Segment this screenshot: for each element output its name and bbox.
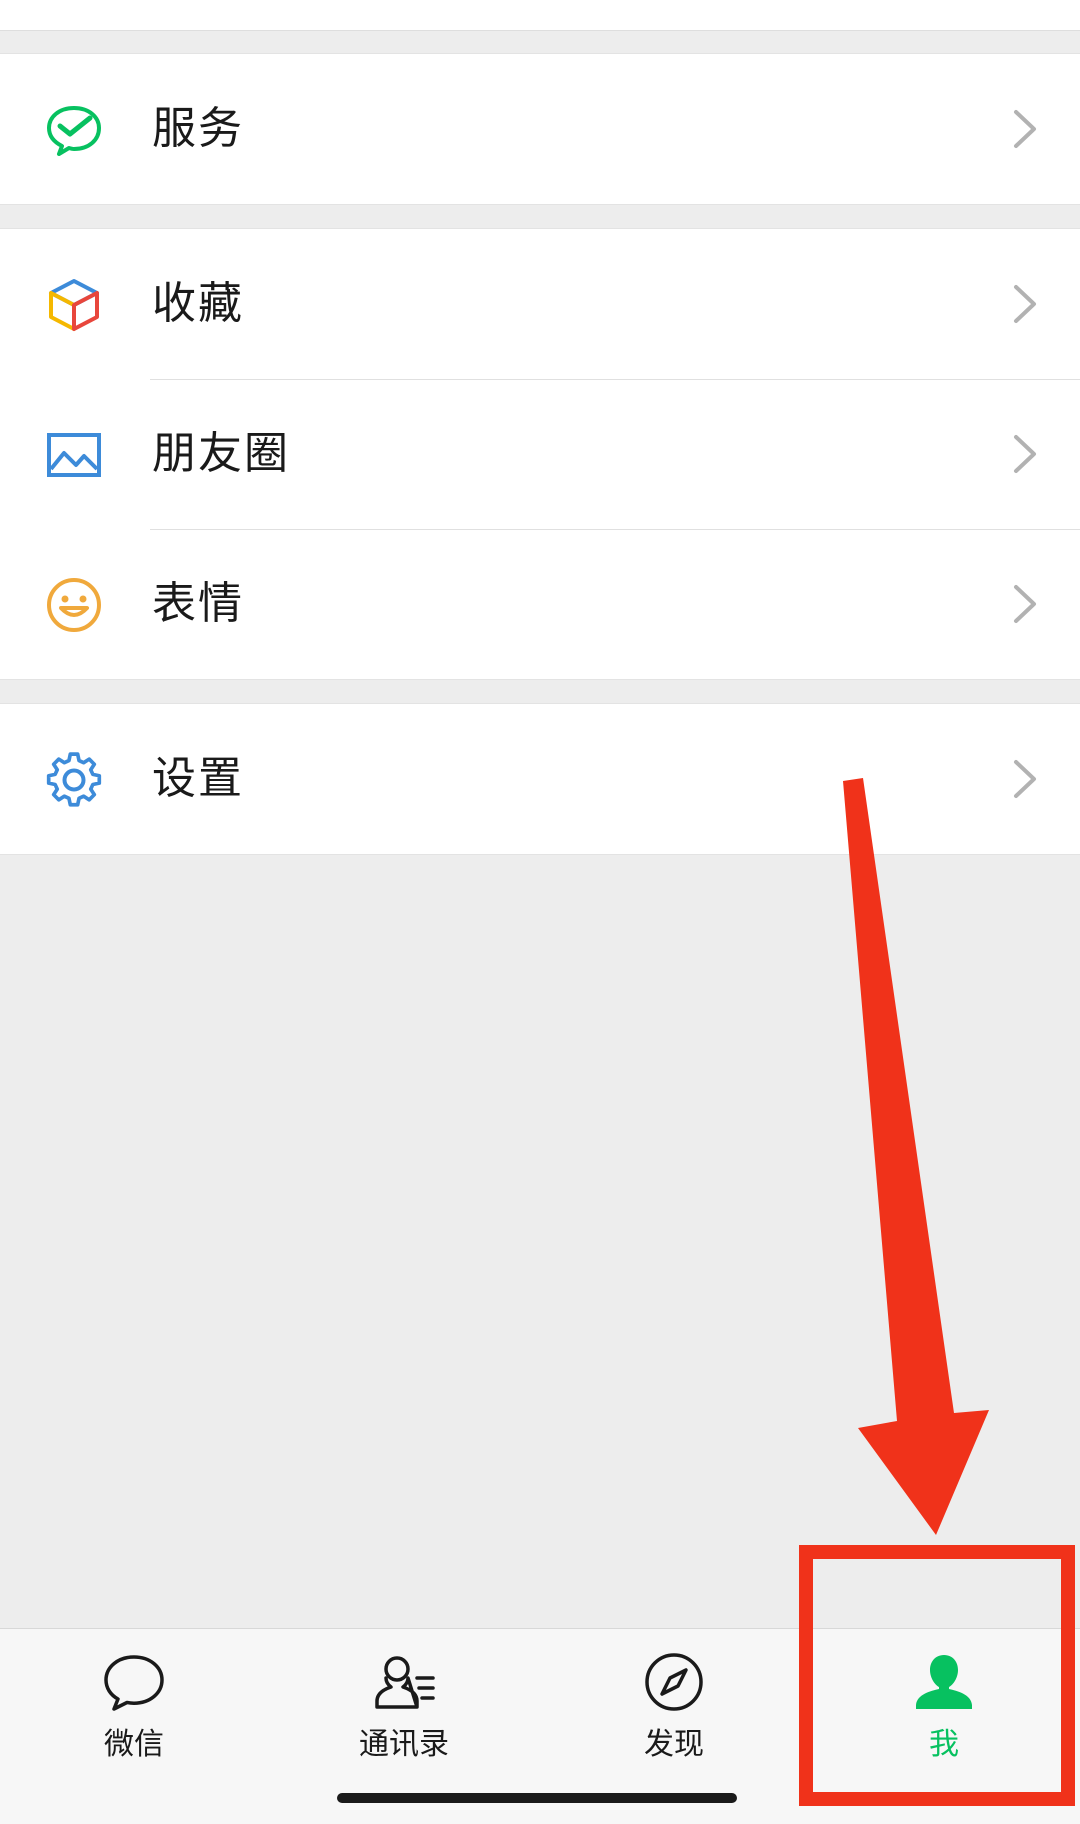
- menu-item-favorites[interactable]: 收藏: [0, 229, 1080, 379]
- services-group: 服务: [0, 53, 1080, 205]
- home-indicator: [337, 1793, 737, 1803]
- person-icon: [916, 1655, 972, 1709]
- tab-chats[interactable]: 微信: [54, 1651, 214, 1771]
- content-group: 收藏 朋友圈 表情: [0, 228, 1080, 680]
- chat-bubble-icon: [104, 1655, 164, 1711]
- chevron-right-icon: [1014, 285, 1036, 323]
- tab-label: 通讯录: [359, 1727, 449, 1762]
- menu-item-label: 收藏: [152, 278, 244, 329]
- chevron-right-icon: [1014, 760, 1036, 798]
- menu-item-services[interactable]: 服务: [0, 54, 1080, 204]
- tab-contacts[interactable]: 通讯录: [324, 1651, 484, 1771]
- picture-icon: [44, 425, 104, 485]
- tab-me[interactable]: 我: [864, 1651, 1024, 1771]
- chevron-right-icon: [1014, 110, 1036, 148]
- chevron-right-icon: [1014, 435, 1036, 473]
- profile-header-edge: [0, 0, 1080, 31]
- wechat-pay-icon: [44, 100, 104, 160]
- menu-item-settings[interactable]: 设置: [0, 704, 1080, 854]
- menu-item-label: 服务: [152, 103, 244, 154]
- menu-item-label: 朋友圈: [152, 428, 290, 479]
- chevron-right-icon: [1014, 585, 1036, 623]
- menu-item-stickers[interactable]: 表情: [0, 529, 1080, 679]
- menu-item-label: 表情: [152, 578, 244, 629]
- menu-item-moments[interactable]: 朋友圈: [0, 379, 1080, 529]
- menu-item-label: 设置: [152, 753, 244, 804]
- cube-icon: [44, 275, 104, 335]
- settings-group: 设置: [0, 703, 1080, 855]
- smiley-icon: [44, 575, 104, 635]
- contacts-icon: [375, 1656, 435, 1709]
- tab-label: 发现: [644, 1727, 704, 1762]
- annotation-arrow: [843, 778, 989, 1535]
- compass-icon: [645, 1653, 703, 1711]
- gear-icon: [44, 750, 104, 810]
- tab-discover[interactable]: 发现: [594, 1651, 754, 1771]
- tab-label: 微信: [104, 1727, 164, 1762]
- tab-label: 我: [929, 1727, 959, 1762]
